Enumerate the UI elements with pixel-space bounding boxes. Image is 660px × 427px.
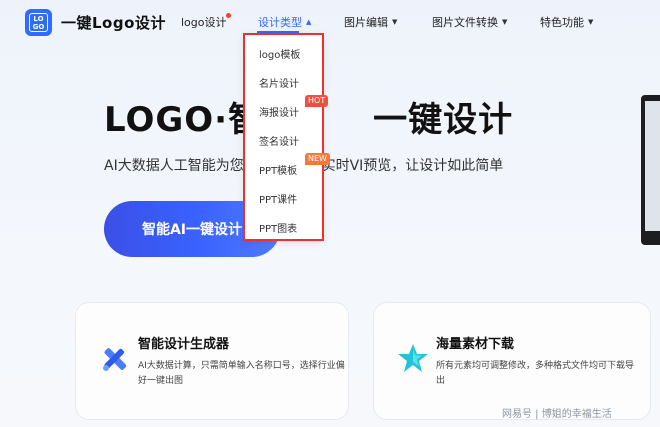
star-icon — [398, 344, 428, 372]
nav-item-label: 图片文件转换 — [432, 16, 498, 29]
nav-item-file-convert[interactable]: 图片文件转换 ▼ — [432, 14, 507, 30]
feature-card-material-download[interactable]: 海量素材下载 所有元素均可调整修改，多种格式文件均可下载导出 — [373, 302, 651, 420]
hero-title-head: LOGO·智 — [104, 100, 264, 140]
card-title: 智能设计生成器 — [138, 337, 230, 352]
nav-item-image-edit[interactable]: 图片编辑 ▼ — [344, 14, 397, 30]
dropdown-item-ppt-courseware[interactable]: PPT课件 — [259, 191, 297, 206]
logo-icon[interactable]: LO GO — [25, 9, 52, 36]
logo-text-top: LO — [33, 14, 44, 23]
nav-item-logo-design[interactable]: logo设计 — [181, 13, 231, 30]
nav-item-label: 图片编辑 — [344, 16, 388, 29]
dropdown-item-ppt-template[interactable]: PPT模板 — [259, 162, 297, 177]
nav-item-design-type[interactable]: 设计类型 ▲ — [258, 14, 311, 30]
design-tools-icon — [103, 348, 127, 371]
logo-text-bottom: GO — [32, 22, 45, 31]
card-description: AI大数据计算，只需简单输入名称口号，选择行业偏好一键出图 — [138, 361, 345, 386]
hero-title-tail: 一键设计 — [373, 100, 514, 140]
dropdown-item-card-design[interactable]: 名片设计 — [259, 75, 299, 90]
dropdown-item-signature-design[interactable]: 签名设计 — [259, 133, 299, 148]
nav-item-label: 设计类型 — [258, 16, 302, 29]
caret-up-icon: ▲ — [306, 18, 312, 26]
top-header: LO GO 一键Logo设计 logo设计 设计类型 ▲ 图片编辑 ▼ 图片文件… — [0, 0, 660, 44]
design-type-dropdown: logo模板 名片设计 海报设计 HOT 签名设计 PPT模板 NEW PPT课… — [243, 33, 330, 241]
device-screen — [645, 101, 660, 231]
brand-name[interactable]: 一键Logo设计 — [61, 12, 166, 33]
notification-dot — [226, 13, 231, 18]
nav-item-label: logo设计 — [181, 16, 227, 29]
caret-down-icon: ▼ — [588, 18, 594, 26]
new-badge: NEW — [305, 153, 330, 165]
dropdown-item-ppt-chart[interactable]: PPT图表 — [259, 220, 297, 235]
dropdown-item-poster-design[interactable]: 海报设计 — [259, 104, 299, 119]
nav-item-label: 特色功能 — [540, 16, 584, 29]
device-preview-image — [641, 95, 660, 245]
hot-badge: HOT — [305, 95, 329, 107]
nav-item-features[interactable]: 特色功能 ▼ — [540, 14, 593, 30]
caret-down-icon: ▼ — [502, 18, 508, 26]
card-description: 所有元素均可调整修改，多种格式文件均可下载导出 — [436, 361, 635, 386]
hero-subtitle-head: AI大数据人工智能为您 — [104, 158, 244, 174]
card-title: 海量素材下载 — [436, 337, 515, 352]
dropdown-item-logo-template[interactable]: logo模板 — [259, 46, 300, 61]
caret-down-icon: ▼ — [392, 18, 398, 26]
feature-card-smart-generator[interactable]: 智能设计生成器 AI大数据计算，只需简单输入名称口号，选择行业偏好一键出图 — [75, 302, 349, 420]
watermark: 网易号 | 博姐的幸福生活 — [502, 409, 612, 420]
